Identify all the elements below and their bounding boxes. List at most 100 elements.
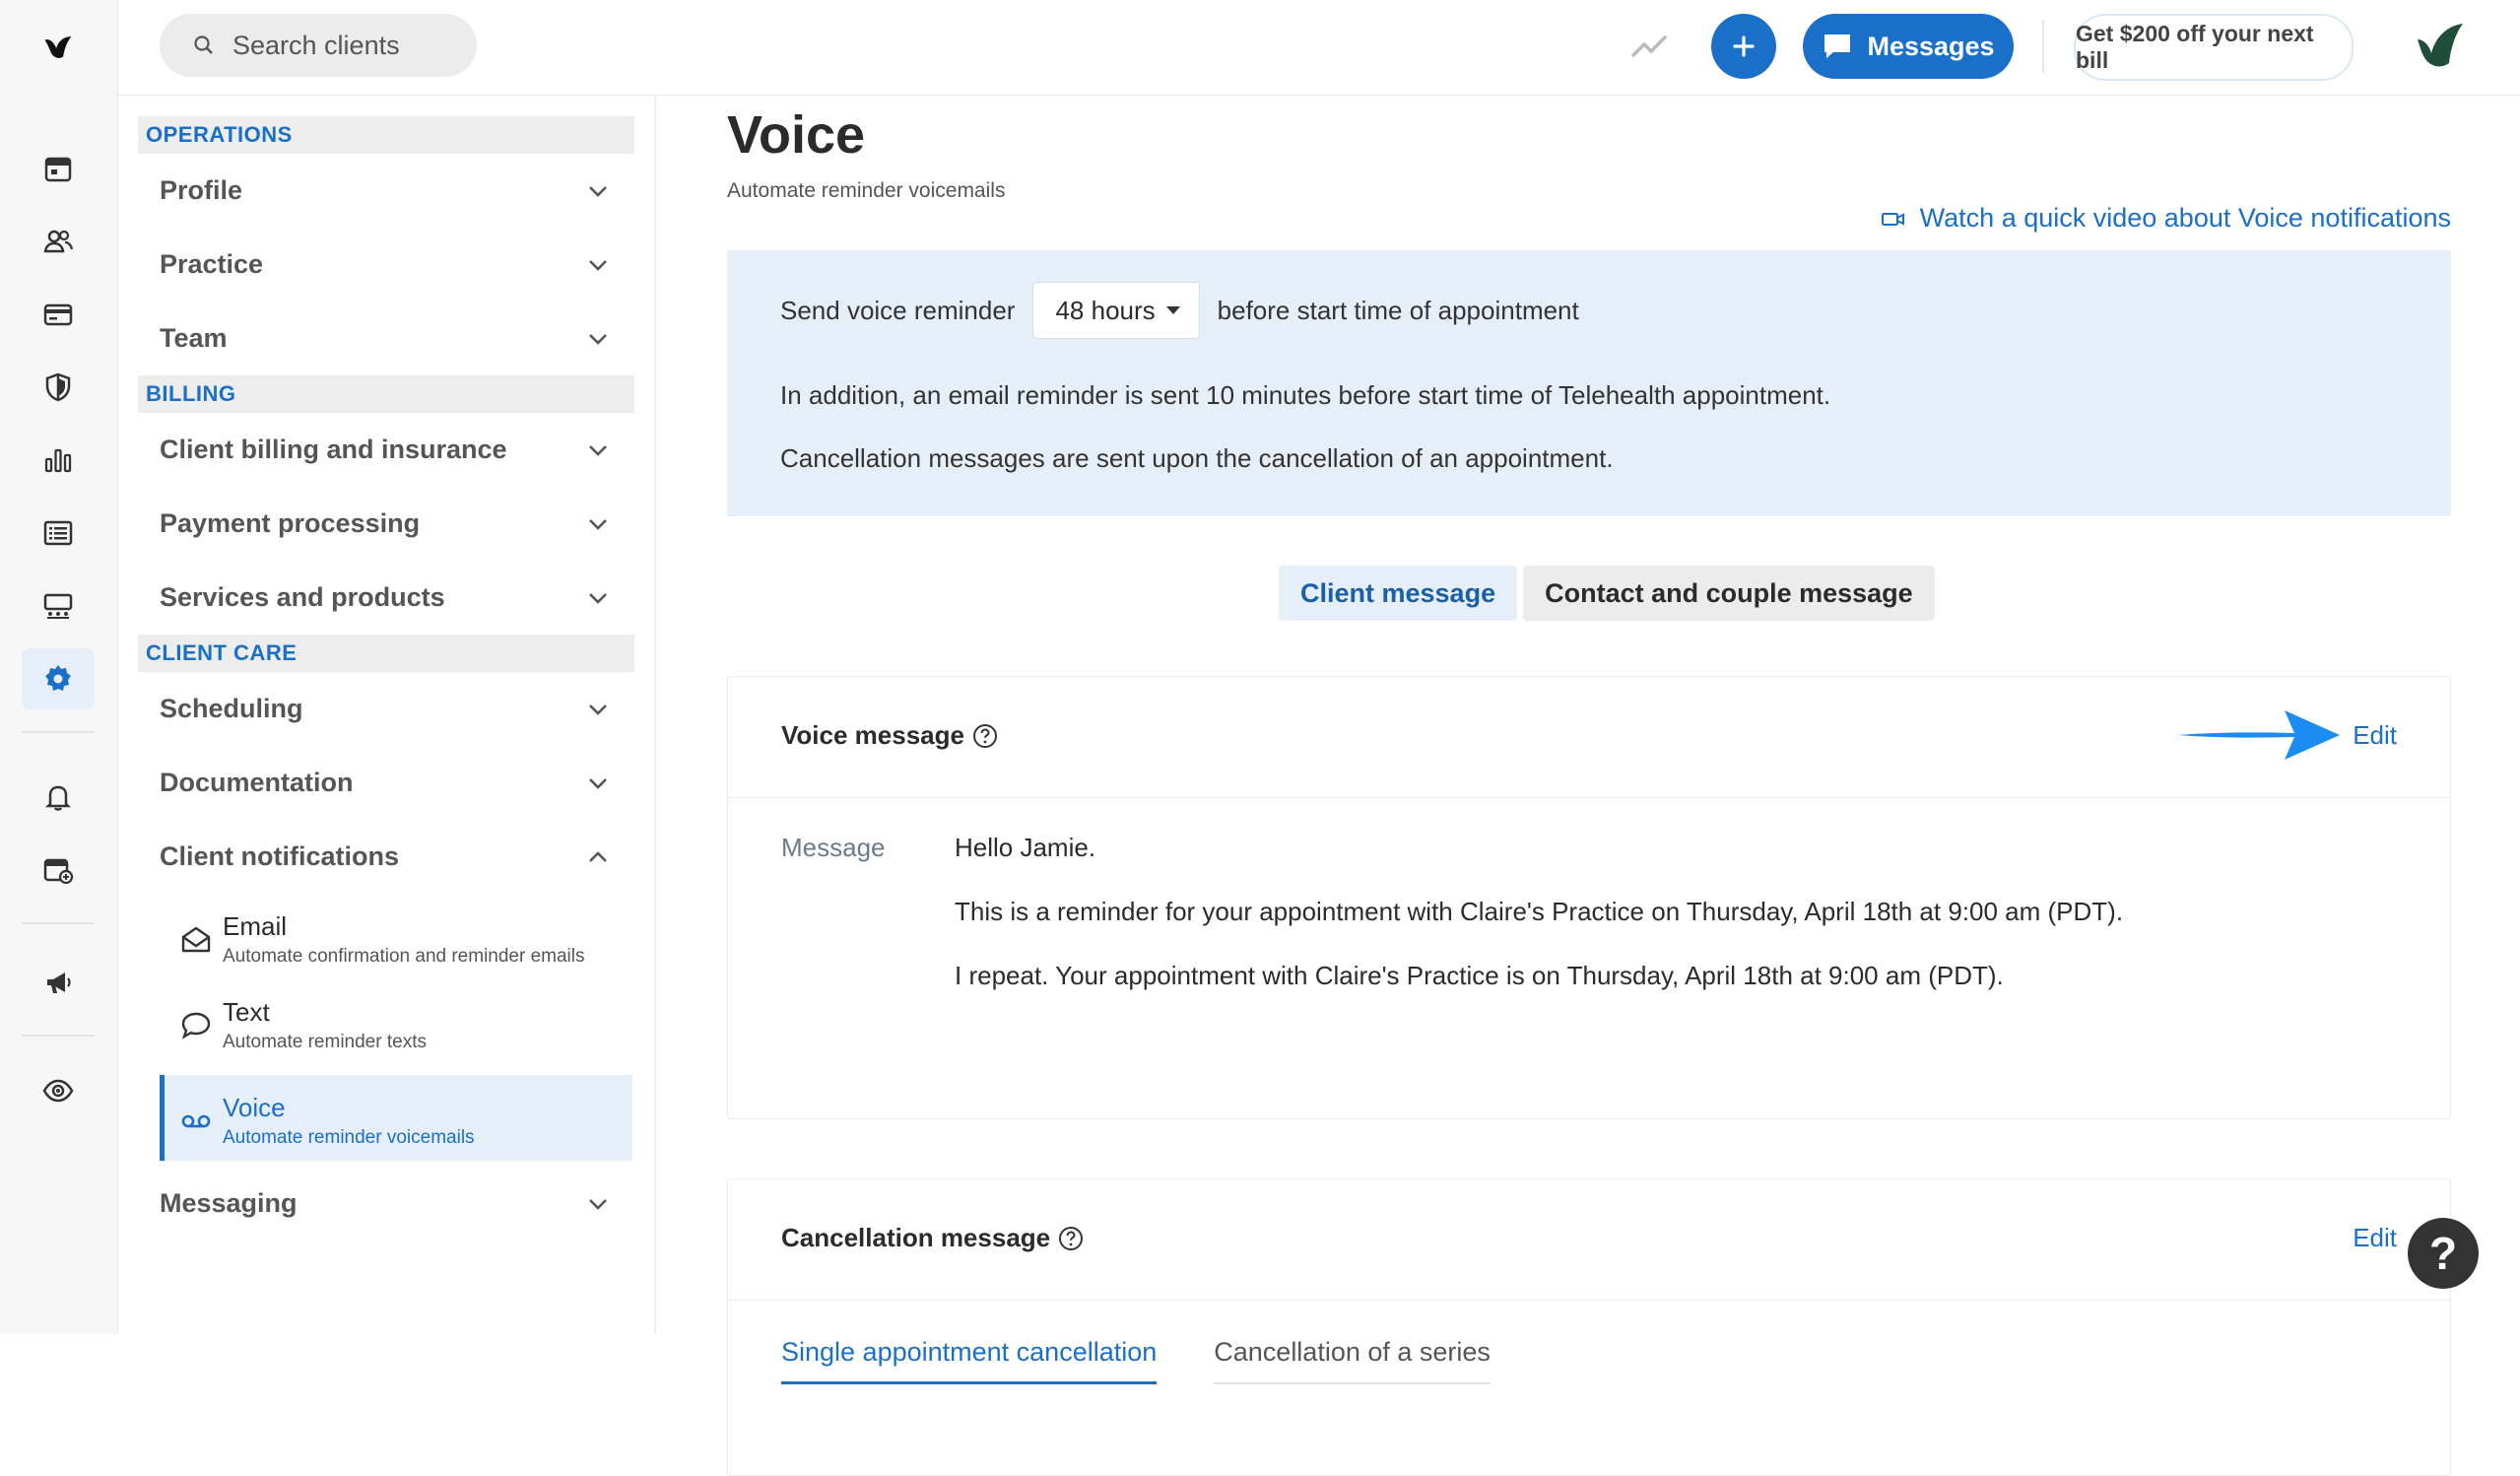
rail-preview[interactable]	[22, 1060, 95, 1121]
telehealth-note: In addition, an email reminder is sent 1…	[780, 380, 1831, 410]
nav-item-services-products[interactable]: Services and products	[138, 561, 634, 635]
nav-item-client-billing[interactable]: Client billing and insurance	[138, 413, 634, 487]
nav-label: Documentation	[160, 768, 354, 797]
trend-chart-icon[interactable]	[1629, 26, 1671, 67]
nav-item-profile[interactable]: Profile	[138, 154, 634, 228]
rail-divider	[22, 731, 95, 733]
rail-announcements[interactable]	[22, 952, 95, 1013]
messages-button[interactable]: Messages	[1803, 14, 2014, 79]
card-title: Voice message	[781, 720, 998, 751]
nav-item-messaging[interactable]: Messaging	[138, 1167, 634, 1241]
nav-item-documentation[interactable]: Documentation	[138, 746, 634, 820]
reminder-hours-value: 48 hours	[1055, 295, 1156, 325]
chevron-down-icon	[589, 333, 607, 345]
help-circle-icon[interactable]	[972, 723, 998, 749]
nav-label: Client billing and insurance	[160, 435, 507, 464]
tab-contact-couple-message[interactable]: Contact and couple message	[1523, 566, 1935, 621]
rail-notifications[interactable]	[22, 767, 95, 828]
icon-rail	[0, 0, 118, 1334]
search-input[interactable]	[231, 29, 451, 62]
reminder-prefix: Send voice reminder	[780, 295, 1016, 325]
page-title: Voice	[727, 105, 866, 165]
clients-icon	[43, 230, 74, 253]
chat-bubble-icon	[1824, 34, 1851, 58]
reminder-settings-panel: Send voice reminder 48 hours before star…	[727, 250, 2451, 516]
watch-video-label: Watch a quick video about Voice notifica…	[1919, 203, 2451, 233]
nav-divider	[654, 95, 656, 1334]
tab-single-cancellation[interactable]: Single appointment cancellation	[781, 1337, 1158, 1384]
rail-billing[interactable]	[22, 284, 95, 345]
rail-clients[interactable]	[22, 211, 95, 272]
nav-item-practice[interactable]: Practice	[138, 228, 634, 302]
cancellation-note: Cancellation messages are sent upon the …	[780, 443, 1614, 473]
rail-settings[interactable]	[22, 648, 95, 709]
cancellation-tabs: Single appointment cancellation Cancella…	[781, 1337, 1491, 1384]
section-heading-operations: OPERATIONS	[138, 116, 634, 154]
messages-label: Messages	[1867, 31, 1995, 61]
rail-marketplace[interactable]	[22, 575, 95, 637]
section-heading-billing: BILLING	[138, 375, 634, 413]
sub-item-title: Voice	[223, 1093, 286, 1122]
search-bar[interactable]	[160, 14, 477, 77]
message-body: Hello Jamie. This is a reminder for your…	[955, 833, 2123, 1025]
chevron-down-icon	[589, 704, 607, 715]
nav-item-team[interactable]: Team	[138, 302, 634, 375]
page-subtitle: Automate reminder voicemails	[727, 179, 1006, 202]
message-label: Message	[781, 833, 886, 862]
sub-item-text[interactable]: Text Automate reminder texts	[160, 979, 632, 1065]
brand-logo[interactable]	[22, 18, 95, 79]
cancellation-message-title: Cancellation message	[781, 1223, 1051, 1252]
chevron-down-icon	[589, 518, 607, 530]
nav-label: Payment processing	[160, 508, 421, 538]
nav-item-payment-processing[interactable]: Payment processing	[138, 487, 634, 561]
nav-label: Practice	[160, 249, 264, 279]
nav-label: Client notifications	[160, 841, 399, 871]
message-line: Hello Jamie.	[955, 833, 1096, 862]
nav-label: Profile	[160, 175, 243, 205]
referral-promo-button[interactable]: Get $200 off your next bill	[2074, 14, 2354, 81]
cancellation-edit-link[interactable]: Edit	[2353, 1223, 2397, 1253]
help-button[interactable]: ?	[2408, 1218, 2479, 1289]
promo-label: Get $200 off your next bill	[2076, 21, 2314, 73]
card-header: Voice message Edit	[728, 677, 2450, 798]
caret-down-icon	[1165, 306, 1180, 314]
rail-calendar[interactable]	[22, 138, 95, 199]
brand-logo-icon	[44, 36, 72, 58]
watch-video-link[interactable]: Watch a quick video about Voice notifica…	[1881, 203, 2451, 234]
billing-card-icon	[43, 303, 73, 326]
topbar-divider	[2042, 20, 2044, 73]
rail-insurance[interactable]	[22, 357, 95, 418]
account-logo-icon[interactable]	[2412, 18, 2469, 75]
pointer-arrow-icon	[2178, 710, 2340, 760]
help-circle-icon[interactable]	[1058, 1226, 1084, 1251]
cancellation-message-card: Cancellation message Edit Single appoint…	[727, 1178, 2451, 1476]
tab-client-message[interactable]: Client message	[1279, 566, 1518, 621]
video-camera-icon	[1881, 212, 1904, 226]
chevron-down-icon	[589, 777, 607, 789]
nav-label: Scheduling	[160, 694, 303, 723]
search-icon	[193, 34, 215, 56]
chevron-down-icon	[589, 444, 607, 456]
sub-item-voice[interactable]: Voice Automate reminder voicemails	[160, 1075, 632, 1161]
rail-reports[interactable]	[22, 503, 95, 564]
rail-analytics[interactable]	[22, 430, 95, 491]
nav-item-scheduling[interactable]: Scheduling	[138, 672, 634, 746]
speech-bubble-icon	[179, 1009, 223, 1053]
voicemail-icon	[179, 1105, 223, 1149]
nav-item-client-notifications[interactable]: Client notifications	[138, 820, 634, 894]
create-new-button[interactable]	[1711, 14, 1776, 79]
card-title: Cancellation message	[781, 1223, 1084, 1253]
chevron-up-icon	[589, 850, 607, 862]
voice-message-edit-link[interactable]: Edit	[2353, 720, 2397, 751]
rail-divider	[22, 922, 95, 924]
tab-series-cancellation[interactable]: Cancellation of a series	[1214, 1337, 1491, 1384]
section-heading-client-care: CLIENT CARE	[138, 635, 634, 672]
sub-item-email[interactable]: Email Automate confirmation and reminder…	[160, 894, 632, 979]
reminder-timing-row: Send voice reminder 48 hours before star…	[780, 282, 1579, 339]
settings-gear-icon	[45, 665, 71, 691]
rail-calendar-add[interactable]	[22, 839, 95, 901]
reminder-hours-select[interactable]: 48 hours	[1032, 282, 1200, 339]
sub-item-title: Text	[223, 997, 270, 1027]
notifications-bell-icon	[44, 785, 72, 811]
settings-nav: OPERATIONS Profile Practice Team BILLING…	[138, 116, 634, 1241]
